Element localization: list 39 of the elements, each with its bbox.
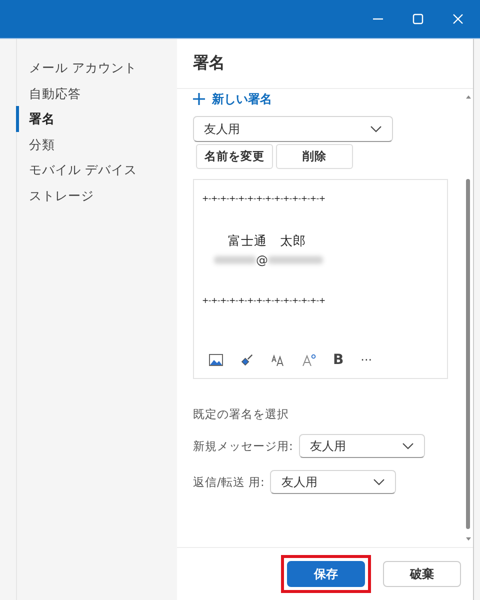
bold-button[interactable]: B — [333, 352, 344, 368]
signature-line: +-+-+-+-+-+-+-+-+-+-+-+-+-+ — [202, 295, 326, 307]
blurred-text — [268, 256, 323, 264]
discard-button[interactable]: 破棄 — [383, 561, 461, 587]
scroll-up-icon[interactable] — [466, 95, 470, 99]
new-signature-button[interactable]: 新しい署名 — [193, 90, 272, 108]
plus-icon — [193, 93, 205, 105]
scroll-down-icon[interactable] — [466, 537, 470, 541]
sidebar-item[interactable]: メール アカウント — [16, 55, 137, 80]
sidebar-item[interactable]: モバイル デバイス — [16, 157, 137, 182]
close-icon[interactable] — [452, 13, 464, 25]
signature-dropdown[interactable]: 友人用 — [193, 116, 393, 142]
more-button[interactable]: ··· — [360, 353, 372, 367]
field-label: 返信/転送 用: — [193, 474, 264, 490]
signature-dropdown[interactable]: 友人用 — [298, 434, 425, 458]
chevron-down-icon — [402, 442, 414, 450]
rename-button[interactable]: 名前を変更 — [196, 144, 273, 169]
signature-line: +-+-+-+-+-+-+-+-+-+-+-+-+-+ — [202, 193, 326, 205]
brush-icon[interactable] — [240, 354, 254, 366]
font-size-icon[interactable] — [271, 354, 285, 366]
chevron-down-icon — [373, 478, 386, 486]
email-at-sign: @ — [256, 252, 268, 268]
blurred-text — [214, 256, 256, 264]
superscript-icon[interactable] — [302, 354, 316, 366]
maximize-icon[interactable] — [412, 13, 424, 25]
chevron-down-icon — [370, 125, 382, 133]
sidebar-item[interactable]: 分類 — [16, 132, 55, 157]
sidebar-item[interactable]: 自動応答 — [16, 80, 81, 106]
field-label: 新規メッセージ用: — [193, 438, 293, 454]
sidebar-item[interactable]: ストレージ — [16, 182, 94, 208]
image-icon[interactable] — [209, 354, 223, 366]
section-label: 既定の署名を選択 — [193, 407, 290, 422]
signature-editor[interactable]: +-+-+-+-+-+-+-+-+-+-+-+-+-+ 富士通 太郎 @ +-+-+-+-+-+-+-+-+-+-+-+-+-+ B ··· — [193, 179, 448, 379]
signature-name: 富士通 太郎 — [227, 232, 307, 250]
save-button[interactable]: 保存 — [287, 561, 365, 587]
sidebar-item[interactable]: 署名 — [16, 106, 55, 132]
signature-dropdown[interactable]: 友人用 — [270, 470, 396, 494]
page-title: 署名 — [193, 53, 225, 74]
delete-button[interactable]: 削除 — [276, 144, 353, 169]
